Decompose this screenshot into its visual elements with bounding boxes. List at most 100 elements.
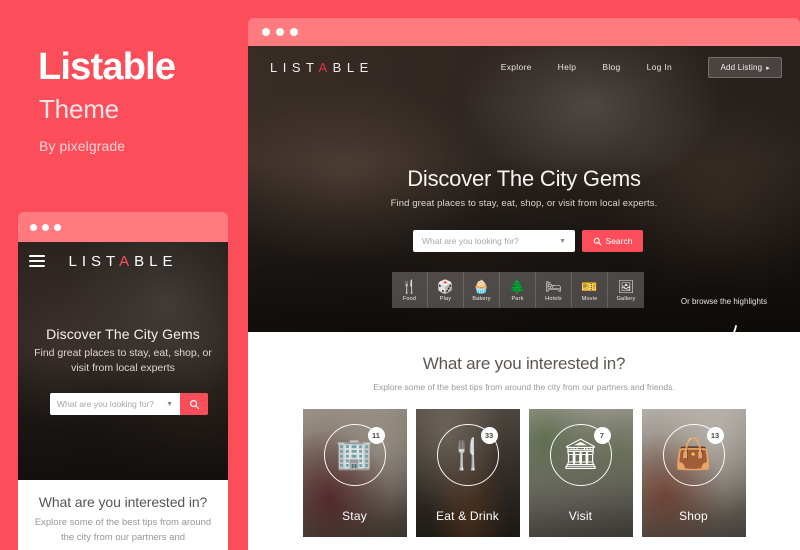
desktop-category-bakery[interactable]: 🧁 Bakery [464, 272, 500, 308]
nav-item-help[interactable]: Help [558, 62, 577, 72]
desktop-logo-part2: BLE [332, 59, 374, 75]
add-listing-button[interactable]: Add Listing ▸ [708, 56, 782, 78]
window-close-dot-icon[interactable] [262, 28, 270, 36]
curved-arrow-left-icon [692, 324, 738, 332]
desktop-search-bar: What are you looking for? ▼ Search [413, 230, 643, 252]
handbag-icon: 👜 [674, 438, 713, 471]
desktop-hero-heading: Discover The City Gems [407, 166, 641, 191]
window-minimize-dot-icon[interactable] [42, 223, 49, 231]
card-label: Visit [568, 509, 593, 523]
mobile-hero-heading: Discover The City Gems [46, 326, 200, 342]
desktop-category-park[interactable]: 🌲 Park [500, 272, 536, 308]
desktop-category-label: Park [511, 296, 524, 302]
nav-item-login[interactable]: Log In [647, 62, 672, 72]
search-icon [189, 399, 199, 409]
card-count-badge: 7 [593, 427, 611, 444]
building-icon: 🏢 [335, 438, 374, 471]
category-card-stay[interactable]: 🏢 11 Stay [302, 409, 407, 537]
desktop-logo-accent: A [318, 59, 333, 75]
desktop-hero-subheading: Find great places to stay, eat, shop, or… [390, 198, 658, 209]
poster-root: Listable Theme By pixelgrade LISTABLE Di… [0, 0, 800, 550]
mobile-logo-accent: A [119, 252, 135, 270]
mobile-search-bar: What are you looking for? ▼ [50, 393, 208, 415]
desktop-category-label: Play [439, 296, 452, 302]
nav-item-explore[interactable]: Explore [501, 62, 532, 72]
desktop-section-heading: What are you interested in? [422, 354, 626, 373]
mobile-logo-part2: BLE [134, 252, 178, 270]
picture-icon: 🖼 [617, 279, 635, 294]
mobile-search-input[interactable]: What are you looking for? ▼ [50, 393, 180, 415]
desktop-logo-part1: LIST [270, 59, 319, 75]
desktop-search-placeholder: What are you looking for? [422, 236, 519, 246]
promo-title: Listable [38, 46, 176, 88]
desktop-category-hotels[interactable]: 🛏 Hotels [536, 272, 572, 308]
promo-byline: By pixelgrade [39, 138, 126, 154]
desktop-browser-chrome [248, 18, 800, 46]
bed-icon: 🛏 [545, 279, 562, 294]
desktop-category-play[interactable]: 🎲 Play [428, 272, 464, 308]
mobile-browser-chrome [18, 212, 228, 242]
desktop-nav-links: Explore Help Blog Log In [501, 62, 672, 72]
museum-icon: 🏛 [561, 438, 600, 471]
mobile-logo[interactable]: LISTABLE [18, 253, 228, 270]
mobile-logo-part1: LIST [68, 252, 120, 270]
desktop-category-label: Hotels [545, 296, 562, 302]
mobile-section-subheading: Explore some of the best tips from aroun… [34, 517, 212, 543]
window-maximize-dot-icon[interactable] [54, 223, 61, 231]
add-listing-label: Add Listing [720, 62, 763, 72]
card-label: Eat & Drink [436, 509, 499, 523]
desktop-section-subheading: Explore some of the best tips from aroun… [373, 382, 675, 392]
desktop-search-button[interactable]: Search [582, 230, 643, 252]
card-count-badge: 11 [367, 427, 385, 444]
desktop-category-label: Food [402, 296, 417, 302]
chevron-right-icon: ▸ [766, 64, 770, 72]
card-label: Stay [342, 509, 367, 523]
window-minimize-dot-icon[interactable] [276, 28, 284, 36]
cutlery-icon: 🍴 [448, 438, 487, 471]
card-count-badge: 33 [480, 427, 498, 444]
mobile-hero: LISTABLE Discover The City Gems Find gre… [18, 242, 228, 480]
window-close-dot-icon[interactable] [30, 223, 37, 231]
category-card-visit[interactable]: 🏛 7 Visit [528, 409, 633, 537]
category-card-eat-drink[interactable]: 🍴 33 Eat & Drink [415, 409, 520, 537]
mobile-search-button[interactable] [180, 393, 208, 415]
tree-icon: 🌲 [509, 279, 526, 294]
nav-item-blog[interactable]: Blog [602, 62, 620, 72]
mobile-viewport: LISTABLE Discover The City Gems Find gre… [18, 242, 228, 550]
desktop-mockup: LISTABLE Explore Help Blog Log In Add Li… [248, 18, 800, 550]
search-icon [593, 237, 601, 245]
desktop-category-strip: 🍴 Food 🎲 Play 🧁 Bakery 🌲 Park 🛏 Hotels 🎫… [392, 272, 644, 308]
cupcake-icon: 🧁 [473, 279, 490, 294]
window-maximize-dot-icon[interactable] [290, 28, 298, 36]
desktop-search-label: Search [605, 236, 633, 246]
mobile-mockup: LISTABLE Discover The City Gems Find gre… [18, 212, 228, 550]
desktop-search-input[interactable]: What are you looking for? ▼ [413, 230, 575, 252]
desktop-navbar: LISTABLE Explore Help Blog Log In Add Li… [248, 46, 800, 88]
desktop-category-label: Movie [581, 296, 598, 302]
desktop-category-movie[interactable]: 🎫 Movie [572, 272, 608, 308]
mobile-interest-section: What are you interested in? Explore some… [18, 480, 228, 550]
cutlery-icon: 🍴 [401, 279, 418, 294]
dice-icon: 🎲 [437, 279, 454, 294]
browse-highlights-note: Or browse the highlights [680, 297, 768, 306]
category-cards: 🏢 11 Stay 🍴 33 Eat & Drink 🏛 7 Visit 👜 1… [248, 409, 800, 537]
ticket-icon: 🎫 [581, 279, 598, 294]
mobile-section-heading: What are you interested in? [38, 494, 208, 510]
desktop-category-gallery[interactable]: 🖼 Gallery [608, 272, 644, 308]
category-card-shop[interactable]: 👜 13 Shop [641, 409, 746, 537]
desktop-interest-section: What are you interested in? Explore some… [248, 332, 800, 537]
card-count-badge: 13 [706, 427, 724, 444]
desktop-hero: LISTABLE Explore Help Blog Log In Add Li… [248, 46, 800, 332]
desktop-category-food[interactable]: 🍴 Food [392, 272, 428, 308]
mobile-search-placeholder: What are you looking for? [57, 399, 154, 409]
chevron-down-icon[interactable]: ▼ [559, 238, 566, 245]
desktop-viewport: LISTABLE Explore Help Blog Log In Add Li… [248, 46, 800, 550]
mobile-navbar: LISTABLE [18, 242, 228, 280]
mobile-hero-subheading: Find great places to stay, eat, shop, or… [34, 347, 212, 375]
desktop-logo[interactable]: LISTABLE [270, 60, 374, 75]
promo-subtitle: Theme [39, 94, 119, 124]
card-label: Shop [679, 509, 708, 523]
chevron-down-icon[interactable]: ▼ [166, 401, 173, 408]
desktop-category-label: Gallery [616, 296, 636, 302]
desktop-category-label: Bakery [472, 296, 491, 302]
